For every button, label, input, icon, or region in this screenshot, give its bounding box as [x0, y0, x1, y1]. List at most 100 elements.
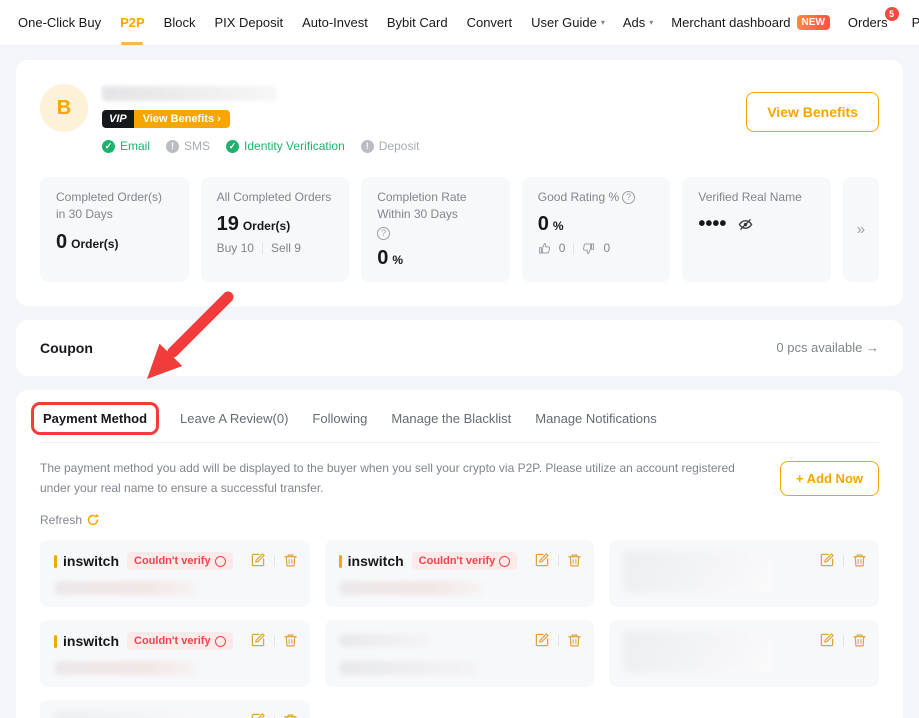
delete-icon[interactable]: [283, 713, 298, 718]
action-divider: [558, 635, 559, 646]
refresh-label: Refresh: [40, 513, 82, 527]
stat-value: 0 Order(s): [56, 231, 173, 254]
nav-merchant-dashboard[interactable]: Merchant dashboard NEW: [671, 15, 830, 30]
delete-icon[interactable]: [567, 553, 582, 568]
payment-method-card: inswitch Couldn't verify: [40, 620, 310, 687]
redacted-account-line: [54, 661, 199, 675]
help-icon[interactable]: ?: [377, 227, 390, 240]
nav-user-guide-label: User Guide: [531, 15, 597, 30]
tab[interactable]: Payment Method: [31, 402, 159, 435]
nav-item[interactable]: Auto-Invest: [302, 0, 368, 45]
nav-ads[interactable]: Ads ▾: [623, 15, 653, 30]
nav-item[interactable]: P2P: [120, 0, 145, 45]
profile-card: B VIP View Benefits › ✓ Email ! SMS ✓ Id…: [16, 60, 903, 306]
caret-down-icon: ▾: [649, 18, 653, 27]
payment-method-name: inswitch: [63, 553, 119, 569]
edit-icon[interactable]: [534, 552, 550, 568]
action-divider: [274, 555, 275, 566]
tab[interactable]: Following: [312, 411, 367, 426]
nav-right-group: User Guide ▾ Ads ▾ Merchant dashboard NE…: [531, 15, 919, 30]
verification-item: ! Deposit: [361, 139, 420, 153]
delete-icon[interactable]: [567, 633, 582, 648]
verification-item: ! SMS: [166, 139, 210, 153]
payment-method-card: [609, 540, 879, 607]
nav-item[interactable]: Bybit Card: [387, 0, 448, 45]
nav-item[interactable]: One-Click Buy: [18, 0, 101, 45]
tabs-row: Payment Method Leave A Review(0) Followi…: [40, 408, 879, 443]
nav-item-label: One-Click Buy: [18, 15, 101, 30]
edit-icon[interactable]: [534, 632, 550, 648]
card-actions: [250, 632, 298, 648]
verification-status-row: ✓ Email ! SMS ✓ Identity Verification ! …: [102, 139, 419, 153]
couldnt-verify-badge: Couldn't verify: [412, 552, 518, 570]
nav-p2p-user-center[interactable]: P2P User Center VIP: [912, 15, 919, 30]
help-icon[interactable]: ?: [622, 191, 635, 204]
edit-icon[interactable]: [819, 632, 835, 648]
nav-user-guide[interactable]: User Guide ▾: [531, 15, 605, 30]
top-navigation: One-Click Buy P2P Block PIX Deposit Auto…: [0, 0, 919, 46]
help-icon[interactable]: [215, 636, 226, 647]
delete-icon[interactable]: [852, 553, 867, 568]
verification-label: Email: [120, 139, 150, 153]
redacted-account-line: [339, 581, 484, 595]
stats-expand-button[interactable]: »: [843, 177, 879, 282]
payment-method-card: [325, 620, 595, 687]
verification-status-icon: !: [361, 140, 374, 153]
view-benefits-button[interactable]: View Benefits: [746, 92, 879, 132]
refresh-button[interactable]: Refresh: [40, 513, 100, 527]
thumbs-down-icon: [582, 242, 595, 255]
card-actions: [250, 552, 298, 568]
action-divider: [558, 555, 559, 566]
caret-down-icon: ▾: [601, 18, 605, 27]
stat-card: All Completed Orders ? 19 Order(s) Buy 1…: [201, 177, 350, 282]
payment-method-card: [609, 620, 879, 687]
stat-label: Verified Real Name ?: [698, 189, 815, 206]
add-now-button[interactable]: + Add Now: [780, 461, 879, 496]
edit-icon[interactable]: [250, 632, 266, 648]
tab[interactable]: Leave A Review(0): [180, 411, 288, 426]
redacted-account-line: [339, 661, 479, 675]
stat-label: Good Rating % ?: [538, 189, 655, 206]
nav-item-label: Block: [164, 15, 196, 30]
new-badge: NEW: [797, 15, 830, 30]
card-actions: [534, 632, 582, 648]
payment-description-row: The payment method you add will be displ…: [40, 459, 879, 499]
edit-icon[interactable]: [250, 552, 266, 568]
verification-label: SMS: [184, 139, 210, 153]
coupon-available-link[interactable]: 0 pcs available →: [776, 340, 879, 355]
orders-count-badge: 5: [885, 7, 899, 21]
delete-icon[interactable]: [852, 633, 867, 648]
rating-thumbs: 0 0: [538, 241, 655, 255]
eye-slash-icon[interactable]: [738, 217, 753, 232]
nav-item[interactable]: PIX Deposit: [214, 0, 283, 45]
vip-benefits-pill[interactable]: VIP View Benefits ›: [102, 110, 230, 128]
delete-icon[interactable]: [283, 553, 298, 568]
delete-icon[interactable]: [283, 633, 298, 648]
verification-item: ✓ Email: [102, 139, 150, 153]
stat-label: Completion Rate Within 30 Days ?: [377, 189, 494, 240]
help-icon[interactable]: [499, 556, 510, 567]
stat-value: 19 Order(s): [217, 213, 334, 236]
redacted-block: [54, 711, 204, 718]
nav-orders[interactable]: Orders 5: [848, 15, 888, 30]
tab[interactable]: Manage the Blacklist: [391, 411, 511, 426]
help-icon[interactable]: [215, 556, 226, 567]
card-actions: [534, 552, 582, 568]
edit-icon[interactable]: [819, 552, 835, 568]
accent-bar: [54, 555, 57, 568]
couldnt-verify-badge: Couldn't verify: [127, 552, 233, 570]
stat-label: Completed Order(s) in 30 Days ?: [56, 189, 173, 224]
card-actions: [819, 632, 867, 648]
refresh-icon: [86, 513, 100, 527]
stat-sub: Buy 10 Sell 9: [217, 241, 334, 255]
verification-status-icon: ✓: [226, 140, 239, 153]
nav-item[interactable]: Block: [164, 0, 196, 45]
stat-value: ••••: [698, 213, 815, 236]
stat-card: Completed Order(s) in 30 Days ? 0 Order(…: [40, 177, 189, 282]
nav-item[interactable]: Convert: [467, 0, 513, 45]
edit-icon[interactable]: [250, 712, 266, 718]
redacted-block: [623, 551, 773, 593]
redacted-name-line: [339, 634, 431, 647]
tab[interactable]: Manage Notifications: [535, 411, 656, 426]
stat-value: 0 %: [538, 213, 655, 236]
